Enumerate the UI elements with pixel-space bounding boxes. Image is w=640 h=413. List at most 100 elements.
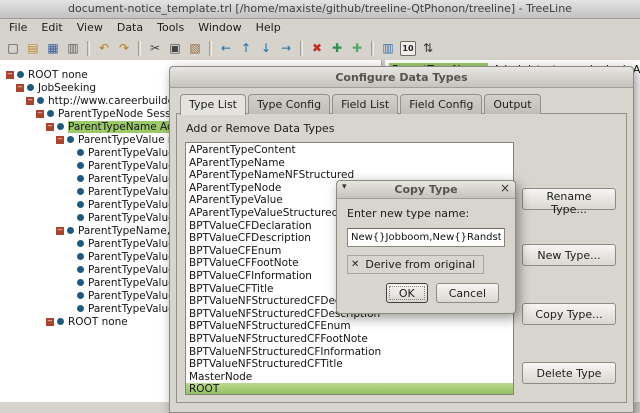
tab-output[interactable]: Output — [484, 94, 541, 114]
toolbar-separator — [87, 40, 90, 56]
node-bullet-icon — [57, 318, 64, 325]
copy-icon[interactable]: ▣ — [165, 39, 185, 58]
window-menu-icon[interactable]: ▾ — [342, 182, 347, 192]
node-bullet-icon — [77, 162, 84, 169]
menu-bar: File Edit View Data Tools Window Help — [0, 19, 640, 36]
paste-icon[interactable]: ▧ — [185, 39, 205, 58]
expander-icon[interactable]: − — [56, 226, 64, 235]
save-icon[interactable]: ▦ — [43, 39, 63, 58]
undo-icon[interactable]: ↶ — [94, 39, 114, 58]
move-down-icon[interactable]: ↓ — [256, 39, 276, 58]
derive-from-original-checkbox[interactable]: ✕ Derive from original — [347, 255, 485, 274]
toolbar: □ ▤ ▦ ▥ ↶ ↷ ✂ ▣ ▧ ← ↑ ↓ → ✖ ✚ ✚ ▥ 10 ⇅ — [0, 36, 640, 61]
node-bullet-icon — [77, 253, 84, 260]
config-dialog-title: Configure Data Types — [335, 70, 468, 84]
type-list-item[interactable]: ROOT — [186, 383, 513, 394]
node-bullet-icon — [77, 305, 84, 312]
menu-help[interactable]: Help — [249, 20, 288, 35]
node-bullet-icon — [77, 188, 84, 195]
node-bullet-icon — [27, 84, 34, 91]
node-bullet-icon — [77, 266, 84, 273]
toolbar-separator — [209, 40, 212, 56]
delete-node-icon[interactable]: ✖ — [307, 39, 327, 58]
type-list-item[interactable]: AParentTypeName — [186, 157, 513, 170]
new-type-button[interactable]: New Type... — [522, 244, 616, 266]
expander-icon[interactable]: − — [46, 317, 54, 326]
open-folder-icon[interactable]: ▤ — [23, 39, 43, 58]
type-list-item[interactable]: MasterNode — [186, 371, 513, 384]
expander-icon[interactable]: − — [26, 96, 34, 105]
print-icon[interactable]: ▥ — [63, 39, 83, 58]
insert-child-icon[interactable]: ✚ — [347, 39, 367, 58]
window-titlebar[interactable]: document-notice_template.trl [/home/maxi… — [0, 0, 640, 19]
tab-field-list[interactable]: Field List — [332, 94, 399, 114]
tab-type-config[interactable]: Type Config — [248, 94, 331, 114]
tree-item-label: ROOT none — [28, 68, 88, 81]
toolbar-separator — [371, 40, 374, 56]
menu-view[interactable]: View — [70, 20, 110, 35]
expander-icon[interactable]: − — [36, 109, 44, 118]
section-label: Add or Remove Data Types — [186, 122, 335, 135]
tab-type-list[interactable]: Type List — [180, 94, 246, 115]
checkbox-label: Derive from original — [365, 258, 476, 271]
numbering-toggle-icon[interactable]: 10 — [400, 40, 416, 56]
node-bullet-icon — [47, 110, 54, 117]
move-right-icon[interactable]: → — [276, 39, 296, 58]
copy-dialog-buttons: OK Cancel — [347, 283, 505, 303]
toolbar-separator — [300, 40, 303, 56]
move-up-icon[interactable]: ↑ — [236, 39, 256, 58]
sort-icon[interactable]: ⇅ — [418, 39, 438, 58]
copy-dialog-body: Enter new type name: ✕ Derive from origi… — [337, 199, 515, 313]
node-bullet-icon — [77, 279, 84, 286]
cut-icon[interactable]: ✂ — [145, 39, 165, 58]
node-bullet-icon — [37, 97, 44, 104]
tree-item-label: ROOT none — [68, 315, 128, 328]
tree-item-label: ParentTypeNode Session — [58, 107, 187, 120]
type-list-item[interactable]: AParentTypeContent — [186, 144, 513, 157]
tree-item-label: JobSeeking — [38, 81, 97, 94]
window-title: document-notice_template.trl [/home/maxi… — [68, 2, 572, 15]
node-bullet-icon — [77, 214, 84, 221]
expander-icon[interactable]: − — [46, 122, 54, 131]
move-left-icon[interactable]: ← — [216, 39, 236, 58]
ok-button[interactable]: OK — [385, 283, 428, 303]
app-window: document-notice_template.trl [/home/maxi… — [0, 0, 640, 413]
type-list-item[interactable]: BPTValueNFStructuredCFInformation — [186, 346, 513, 359]
expander-icon[interactable]: − — [6, 70, 14, 79]
node-bullet-icon — [77, 149, 84, 156]
type-list-item[interactable]: BPTValueNFStructuredCFTitle — [186, 358, 513, 371]
new-document-icon[interactable]: □ — [3, 39, 23, 58]
tab-field-config[interactable]: Field Config — [400, 94, 483, 114]
menu-data[interactable]: Data — [110, 20, 150, 35]
copy-type-button[interactable]: Copy Type... — [522, 303, 616, 325]
type-action-buttons: Rename Type... New Type... Copy Type... Del… — [522, 142, 618, 395]
new-type-name-input[interactable] — [347, 228, 505, 247]
config-dialog-titlebar[interactable]: Configure Data Types — [170, 67, 633, 88]
close-icon[interactable]: × — [500, 181, 510, 195]
node-bullet-icon — [57, 123, 64, 130]
copy-dialog-titlebar[interactable]: ▾ Copy Type × — [337, 181, 515, 199]
node-bullet-icon — [17, 71, 24, 78]
expander-icon[interactable]: − — [16, 83, 24, 92]
expander-icon[interactable]: − — [56, 135, 64, 144]
redo-icon[interactable]: ↷ — [114, 39, 134, 58]
rename-type-button[interactable]: Rename Type... — [522, 188, 616, 216]
copy-type-dialog: ▾ Copy Type × Enter new type name: ✕ Der… — [336, 180, 516, 314]
insert-sibling-icon[interactable]: ✚ — [327, 39, 347, 58]
type-list-item[interactable]: BPTValueNFStructuredCFFootNote — [186, 333, 513, 346]
menu-tools[interactable]: Tools — [150, 20, 191, 35]
menu-file[interactable]: File — [2, 20, 34, 35]
toolbar-separator — [138, 40, 141, 56]
node-bullet-icon — [67, 136, 74, 143]
prompt-label: Enter new type name: — [347, 207, 470, 220]
delete-type-button[interactable]: Delete Type — [522, 362, 616, 384]
node-bullet-icon — [77, 201, 84, 208]
cancel-button[interactable]: Cancel — [435, 283, 499, 303]
node-bullet-icon — [77, 240, 84, 247]
type-list-item[interactable]: BPTValueNFStructuredCFEnum — [186, 320, 513, 333]
data-columns-icon[interactable]: ▥ — [378, 39, 398, 58]
node-bullet-icon — [67, 227, 74, 234]
menu-window[interactable]: Window — [191, 20, 248, 35]
menu-edit[interactable]: Edit — [34, 20, 69, 35]
node-bullet-icon — [77, 175, 84, 182]
